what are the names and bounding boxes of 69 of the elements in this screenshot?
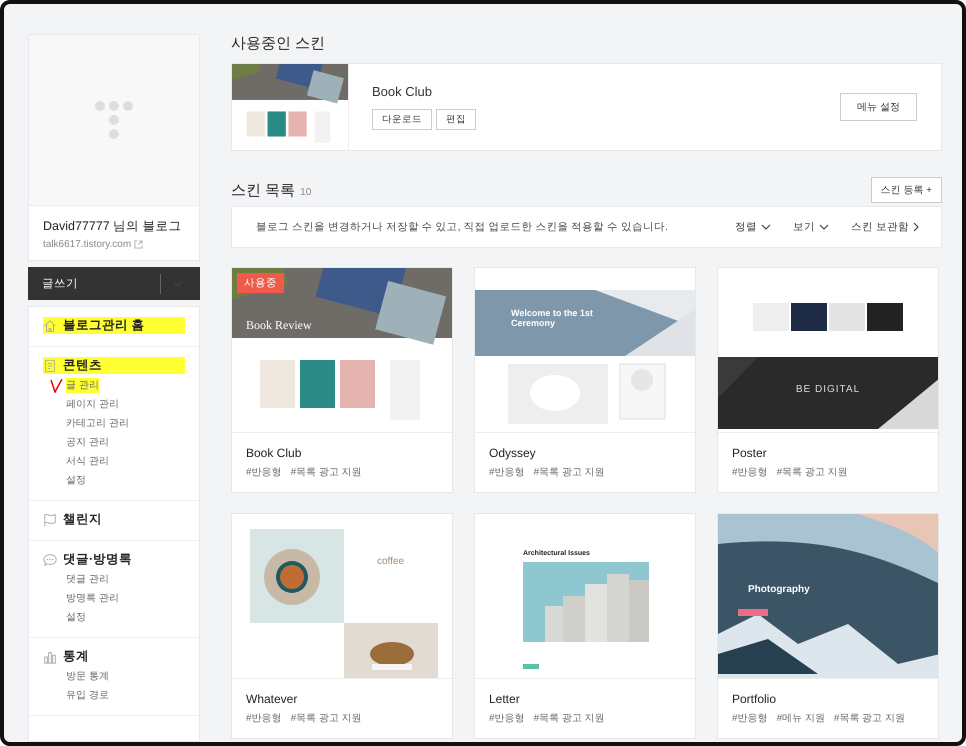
view-dropdown[interactable]: 보기 [793,220,830,234]
sidebar-item[interactable]: 댓글 관리 [66,572,109,587]
add-skin-button[interactable]: 스킨 등록 + [870,177,942,203]
menu-settings-button[interactable]: 메뉴 설정 [840,93,917,121]
skin-tag: #목록 광고 지원 [834,711,906,725]
thumbnail-caption: BE DIGITAL [794,384,862,395]
sidebar-item[interactable]: 설정 [66,610,86,625]
skin-name: Portfolio [732,692,778,706]
sidebar-item[interactable]: 공지 관리 [66,435,109,450]
thumbnail-caption: coffee [377,556,404,567]
skin-name: Whatever [246,692,298,706]
notice-text: 블로그 스킨을 변경하거나 저장할 수 있고, 직접 업로드한 스킨을 적용할 수 있습니다. [256,220,669,234]
blog-url[interactable]: talk6617.tistory.com [43,239,132,250]
sidebar-item[interactable]: 서식 관리 [66,454,109,469]
skin-card[interactable]: Welcome to the 1st Ceremony Odyssey #반응형 #목록 광고 지원 [474,267,696,493]
skin-action-button[interactable]: 다운로드 [372,109,432,130]
section-heading: 사용중인 스킨 [231,34,326,53]
blog-name: David77777 님의 블로그 [43,218,183,235]
skin-action-button[interactable]: 편집 [436,109,476,130]
sidebar-item[interactable]: 방문 통계 [66,669,109,684]
flag-icon [43,512,57,526]
sidebar-item[interactable]: 페이지 관리 [66,397,119,412]
skin-tag: #목록 광고 지원 [290,465,362,479]
sidebar-item[interactable]: 방명록 관리 [66,591,119,606]
skin-tag: #목록 광고 지원 [534,465,605,479]
sidebar-item[interactable]: 유입 경로 [66,688,109,703]
section-heading: 스킨 목록 [231,180,296,200]
skin-card[interactable]: BE DIGITAL Poster #반응형 #목록 광고 지원 [717,267,939,493]
in-use-badge: 사용중 [237,273,284,293]
caret-icon [761,224,772,230]
write-button[interactable]: 글쓰기 [28,267,200,300]
skin-tag: #목록 광고 지원 [290,711,362,725]
skin-tag: #메뉴 지원 [776,711,825,725]
skin-name: Poster [732,446,768,460]
skin-count: 10 [300,186,312,198]
skin-card[interactable]: 사용중 Book Review Book Club #반응형 #목록 광고 지원 [231,267,453,493]
sidebar-section-title[interactable]: 챌린지 [63,511,102,528]
thumbnail-caption: Welcome to the 1st Ceremony [511,308,594,328]
chevron-right-icon [913,222,919,232]
skin-tag: #반응형 [489,465,525,479]
sidebar-item[interactable]: 카테고리 관리 [66,416,129,431]
sidebar-item[interactable]: 글 관리 [66,378,99,393]
thumbnail-caption: Photography [748,584,810,595]
skin-name: Odyssey [489,446,537,460]
skin-tag: #목록 광고 지원 [534,711,605,725]
skin-tag: #반응형 [489,711,525,725]
sidebar-section-title[interactable]: 댓글·방명록 [63,551,132,568]
skin-tag: #반응형 [246,711,282,725]
speech-bubble-icon [43,552,57,566]
skin-tag: #반응형 [732,465,768,479]
skin-tag: #반응형 [246,465,282,479]
thumbnail-caption: Book Review [246,318,312,333]
document-icon [43,358,57,372]
home-icon [43,318,57,332]
skin-storage-link[interactable]: 스킨 보관함 [851,220,919,234]
sidebar-section-title[interactable]: 통계 [63,648,89,665]
external-link-icon[interactable] [134,240,144,249]
bar-chart-icon [43,650,57,664]
skin-name: Letter [489,692,521,706]
sort-dropdown[interactable]: 정렬 [735,220,772,234]
logo-icon [94,100,134,140]
skin-tag: #목록 광고 지원 [776,465,848,479]
skin-name: Book Club [372,84,433,99]
skin-tag: #반응형 [732,711,768,725]
sidebar-item[interactable]: 설정 [66,473,86,488]
skin-card[interactable]: Photography Portfolio #반응형 #메뉴 지원 #목록 광고 지원 [717,513,939,739]
caret-icon [819,224,830,230]
skin-card[interactable]: coffee Whatever #반응형 #목록 광고 지원 [231,513,453,739]
skin-name: Book Club [246,446,302,460]
